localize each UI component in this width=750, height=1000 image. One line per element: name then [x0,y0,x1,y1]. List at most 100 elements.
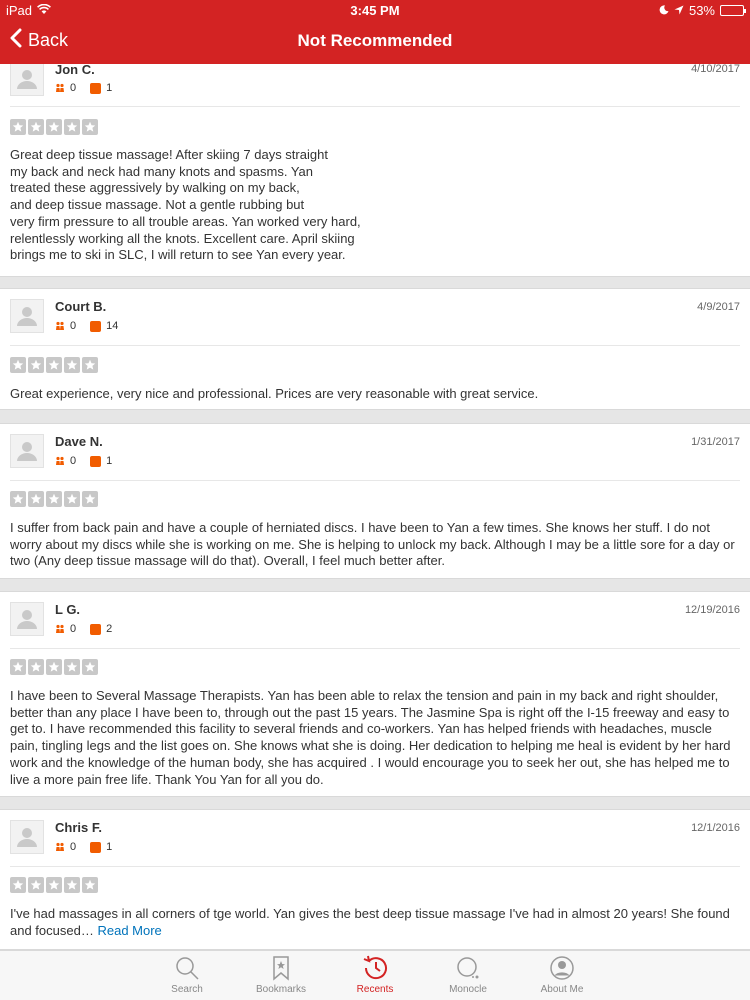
star-icon [82,491,98,507]
review-count: 1 [106,841,113,853]
star-icon [64,357,80,373]
avatar[interactable] [10,299,44,333]
star-icon [64,659,80,675]
review-card: Court B. 0 14 4/9/2017 Great experience,… [0,288,750,410]
nav-bar: Back Not Recommended [0,20,750,64]
review-date: 4/10/2017 [691,64,740,75]
friend-count: 0 [70,320,77,332]
star-icon [46,119,62,135]
reviewer-stats: 0 14 [55,320,118,332]
review-date: 1/31/2017 [691,436,740,448]
status-time: 3:45 PM [350,3,400,18]
reviewer-stats: 0 1 [55,82,112,94]
divider [10,106,740,107]
friend-count: 0 [70,455,77,467]
divider [10,866,740,867]
reviewer-name[interactable]: Dave N. [55,434,103,449]
review-text: I have been to Several Massage Therapist… [10,688,731,787]
monocle-icon [457,957,479,979]
reviewer-stats: 0 2 [55,623,112,635]
page-title: Not Recommended [297,31,453,50]
review-count-icon [90,455,102,467]
review-text: I've had massages in all corners of tge … [10,906,742,939]
tab-about-me[interactable]: About Me [532,955,592,995]
avatar[interactable] [10,434,44,468]
battery-icon [720,5,746,16]
star-icon [64,119,80,135]
star-icon [10,659,26,675]
divider [10,648,740,649]
star-icon [82,877,98,893]
review-text: Great experience, very nice and professi… [10,386,539,401]
avatar[interactable] [10,820,44,854]
friend-count: 0 [70,82,77,94]
friend-count: 0 [70,623,77,635]
star-icon [28,119,44,135]
star-icon [46,659,62,675]
star-icon [10,119,26,135]
friends-icon [55,624,65,634]
review-count: 14 [106,320,119,332]
tab-label: Monocle [449,984,487,995]
moon-icon [659,3,669,18]
star-icon [64,877,80,893]
friends-icon [55,321,65,331]
review-count-icon [90,82,102,94]
review-card: Dave N. 0 1 1/31/2017 I suffer from back… [0,423,750,579]
star-icon [46,357,62,373]
read-more-link[interactable]: Read More [97,923,161,938]
star-icon [10,877,26,893]
review-count-icon [90,320,102,332]
review-card: Jon C. 0 1 4/10/2017 Great deep tissue m… [0,64,750,277]
star-icon [28,659,44,675]
star-icon [82,659,98,675]
star-icon [10,491,26,507]
review-date: 12/19/2016 [684,604,740,616]
review-count-icon [90,623,102,635]
reviewer-name[interactable]: Court B. [55,299,106,314]
tab-search[interactable]: Search [157,955,217,995]
review-text: I suffer from back pain and have a coupl… [10,520,735,569]
tab-label: Search [171,984,203,995]
star-icon [28,491,44,507]
friends-icon [55,456,65,466]
review-list[interactable]: Jon C. 0 1 4/10/2017 Great deep tissue m… [0,64,750,950]
star-rating [10,357,98,373]
reviewer-stats: 0 1 [55,841,112,853]
search-icon [176,957,199,980]
review-date: 12/1/2016 [691,822,740,834]
avatar[interactable] [10,602,44,636]
star-icon [28,877,44,893]
tab-label: About Me [540,984,584,995]
review-count: 2 [106,623,113,635]
battery-percent: 53% [688,3,715,18]
reviewer-name[interactable]: L G. [55,602,80,617]
star-rating [10,491,98,507]
star-icon [82,119,98,135]
friend-count: 0 [70,841,77,853]
star-rating [10,659,98,675]
app-header: iPad 3:45 PM 53% Back Not Recommended [0,0,750,64]
star-icon [28,357,44,373]
review-count: 1 [106,82,113,94]
avatar[interactable] [10,64,44,96]
reviewer-name[interactable]: Jon C. [55,64,95,77]
review-text: Great deep tissue massage! After skiing … [10,147,361,263]
star-icon [46,877,62,893]
tab-monocle[interactable]: Monocle [438,955,498,995]
about-me-icon [550,956,574,980]
star-rating [10,119,98,135]
reviewer-stats: 0 1 [55,455,112,467]
tab-recents[interactable]: Recents [345,955,405,995]
review-card: Chris F. 0 1 12/1/2016 I've had massages… [0,809,750,950]
recents-icon [363,955,387,980]
review-date: 4/9/2017 [697,301,740,313]
tab-bookmarks[interactable]: Bookmarks [251,955,311,995]
divider [10,480,740,481]
bookmark-icon [273,956,289,981]
location-arrow-icon [674,3,684,18]
divider [10,345,740,346]
tab-label: Bookmarks [255,984,306,995]
star-icon [10,357,26,373]
reviewer-name[interactable]: Chris F. [55,820,102,835]
